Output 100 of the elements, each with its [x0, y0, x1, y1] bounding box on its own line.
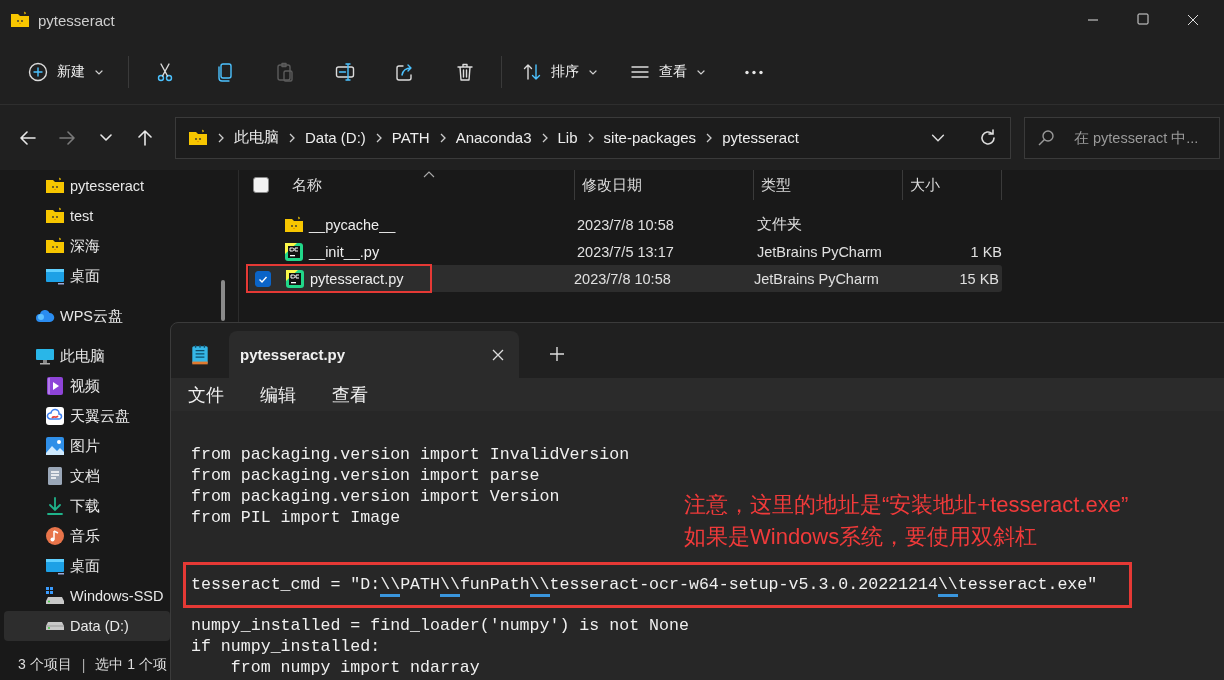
sidebar-item[interactable]: 桌面	[4, 551, 170, 581]
column-header[interactable]: 修改日期	[574, 170, 754, 200]
more-icon	[744, 69, 764, 75]
sidebar-item[interactable]: 文档	[4, 461, 170, 491]
document-icon	[45, 466, 65, 486]
breadcrumb[interactable]: PATH	[391, 129, 430, 146]
file-row[interactable]: pytesseract.py 2023/7/8 10:58 JetBrains PyCharm 15 KB	[249, 265, 1002, 292]
column-header[interactable]: 大小	[902, 170, 1002, 200]
breadcrumb[interactable]: pytesseract	[722, 129, 799, 146]
menu-item[interactable]: 编辑	[260, 382, 296, 407]
sidebar-item[interactable]: pytesseract	[4, 171, 170, 201]
chevron-right-icon	[374, 132, 383, 143]
folder-icon	[10, 10, 30, 30]
annotation-text: 注意，这里的地址是“安装地址+tesseract.exe”	[684, 491, 1129, 519]
forward-icon	[59, 130, 75, 145]
address-bar[interactable]: 此电脑 Data (D:) PATH Anaconda3 Lib site-packages pytesseract	[175, 116, 1011, 159]
breadcrumb[interactable]: Lib	[557, 129, 578, 146]
add-tab-icon[interactable]	[549, 346, 565, 362]
video-icon	[45, 376, 65, 396]
window-title: pytesseract	[38, 11, 115, 29]
new-icon	[28, 62, 48, 82]
sidebar-item[interactable]: WPS云盘	[4, 301, 170, 331]
editor-tab[interactable]: pytesseract.py	[229, 331, 519, 378]
file-name[interactable]: __init__.py	[309, 243, 380, 260]
up-icon	[138, 129, 152, 146]
picture-icon	[45, 436, 65, 456]
select-all-checkbox[interactable]	[253, 177, 269, 193]
chevron-right-icon	[438, 132, 447, 143]
search-field[interactable]: 在 pytesseract 中...	[1024, 116, 1220, 159]
code-line: from packaging.version import Version	[191, 487, 560, 506]
status-text: 3 个项目	[18, 656, 72, 674]
table-cell-text: JetBrains PyCharm	[754, 270, 880, 287]
sidebar-item[interactable]: 音乐	[4, 521, 170, 551]
sort-icon	[522, 62, 542, 82]
code-line: if numpy_installed:	[191, 637, 381, 656]
rename-icon	[335, 62, 355, 82]
folder-icon	[284, 214, 304, 235]
delete-icon	[455, 62, 475, 82]
annotation-text: 如果是Windows系统，要使用双斜杠	[684, 523, 1039, 551]
menu-item[interactable]: 查看	[332, 382, 368, 407]
app-icon	[285, 268, 305, 289]
music-icon	[45, 526, 65, 546]
column-header[interactable]: 类型	[753, 170, 903, 200]
close-icon[interactable]	[491, 347, 505, 362]
scrollbar-thumb[interactable]	[221, 280, 225, 321]
refresh-icon[interactable]	[978, 127, 998, 148]
drive-icon	[45, 621, 65, 631]
code-line: from numpy import ndarray	[229, 658, 480, 677]
breadcrumb[interactable]: Anaconda3	[455, 129, 532, 146]
table-cell-text: 2023/7/5 13:17	[577, 243, 675, 260]
table-cell-text: 2023/7/8 10:58	[577, 216, 675, 233]
row-checkbox[interactable]	[255, 270, 271, 287]
code-line: numpy_installed = find_loader('numpy') is not None	[191, 616, 689, 635]
back-icon	[20, 130, 36, 145]
code-line: from PIL import Image	[191, 508, 401, 527]
desktop-icon	[45, 266, 65, 286]
breadcrumb[interactable]: Data (D:)	[305, 129, 366, 146]
code-line: from packaging.version import parse	[191, 466, 540, 485]
new-button[interactable]: 新建	[22, 52, 110, 92]
folder-icon	[45, 236, 65, 256]
sort-button[interactable]: 排序	[516, 52, 604, 92]
menu-item[interactable]: 文件	[188, 382, 224, 407]
sidebar-item[interactable]: test	[4, 201, 170, 231]
status-text: 选中 1 个项	[95, 656, 167, 674]
column-header[interactable]: 名称	[285, 170, 575, 200]
copy-icon	[215, 62, 235, 82]
sidebar-item[interactable]: 图片	[4, 431, 170, 461]
folder-icon	[188, 127, 208, 148]
breadcrumb[interactable]: site-packages	[603, 129, 697, 146]
file-name[interactable]: __pycache__	[309, 216, 396, 233]
table-cell-text: 文件夹	[757, 215, 803, 234]
file-name[interactable]: pytesseract.py	[310, 270, 404, 287]
sort-caret-icon	[423, 171, 436, 179]
table-cell-text: 2023/7/8 10:58	[574, 270, 672, 287]
text-area[interactable]	[171, 411, 1224, 680]
download-icon	[45, 496, 65, 516]
sidebar-item[interactable]: 深海	[4, 231, 170, 261]
drive-icon	[45, 586, 65, 606]
status-separator: |	[81, 657, 86, 673]
chevron-right-icon	[586, 132, 595, 143]
sidebar-item[interactable]: 桌面	[4, 261, 170, 291]
notepad-icon	[189, 344, 211, 366]
table-cell-text: 1 KB	[969, 243, 1002, 260]
code-line: tesseract_cmd = "D:\\PATH\\funPath\\tesseract-ocr-w64-setup-v5.3.0.20221214\\tesseract.exe"	[191, 575, 1098, 597]
sidebar-item[interactable]: 天翼云盘	[4, 401, 170, 431]
sidebar-item[interactable]: Windows-SSD	[4, 581, 170, 611]
view-button[interactable]: 查看	[624, 52, 712, 92]
cut-icon	[155, 62, 175, 82]
desktop-icon	[45, 556, 65, 576]
breadcrumb[interactable]: 此电脑	[234, 128, 279, 147]
chevron-right-icon	[288, 132, 296, 143]
sidebar-item[interactable]: 视频	[4, 371, 170, 401]
sidebar-item[interactable]: 此电脑	[4, 341, 170, 371]
app-icon	[284, 241, 304, 262]
cloud-drive-icon	[45, 406, 65, 426]
chevron-right-icon	[705, 132, 714, 143]
sidebar-item[interactable]: 下载	[4, 491, 170, 521]
computer-icon	[35, 346, 55, 366]
table-cell-text: 15 KB	[958, 270, 999, 287]
sidebar-item[interactable]: Data (D:)	[4, 611, 170, 641]
